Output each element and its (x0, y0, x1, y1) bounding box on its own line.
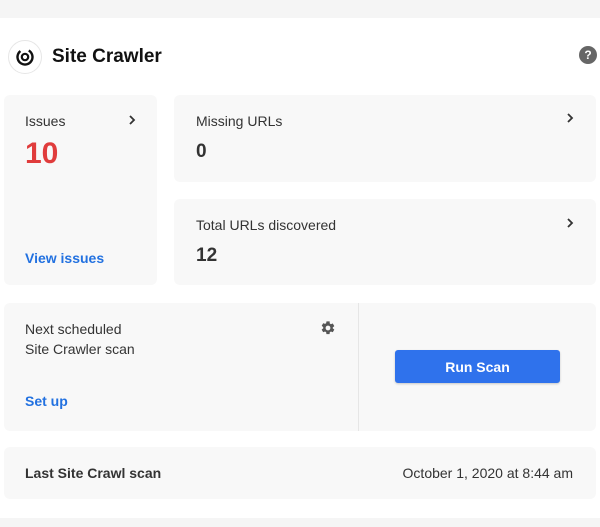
run-scan-button[interactable]: Run Scan (395, 350, 560, 383)
help-icon[interactable]: ? (579, 46, 597, 64)
view-issues-link[interactable]: View issues (25, 250, 104, 266)
set-up-link[interactable]: Set up (25, 393, 68, 409)
widget-header: Site Crawler (8, 40, 162, 74)
missing-urls-label: Missing URLs (196, 113, 283, 129)
issues-count: 10 (25, 137, 59, 170)
gear-icon[interactable] (320, 320, 336, 336)
missing-urls-card[interactable]: Missing URLs 0 (174, 95, 596, 182)
last-scan-label: Last Site Crawl scan (25, 465, 162, 481)
last-scan-card: Last Site Crawl scan October 1, 2020 at … (4, 447, 596, 499)
total-urls-card[interactable]: Total URLs discovered 12 (174, 199, 596, 285)
card-divider (358, 303, 359, 431)
total-urls-count: 12 (196, 245, 218, 266)
issues-label: Issues (25, 113, 66, 129)
chevron-right-icon[interactable] (565, 216, 575, 230)
page-title: Site Crawler (52, 46, 162, 67)
missing-urls-count: 0 (196, 141, 207, 162)
issues-card[interactable]: Issues 10 View issues (4, 95, 157, 285)
site-crawler-logo-icon (8, 40, 42, 74)
chevron-right-icon[interactable] (127, 113, 137, 127)
chevron-right-icon[interactable] (565, 111, 575, 125)
last-scan-date: October 1, 2020 at 8:44 am (402, 465, 573, 481)
next-scheduled-line2: Site Crawler scan (25, 341, 135, 357)
total-urls-label: Total URLs discovered (196, 217, 337, 233)
next-scheduled-line1: Next scheduled (25, 321, 122, 337)
